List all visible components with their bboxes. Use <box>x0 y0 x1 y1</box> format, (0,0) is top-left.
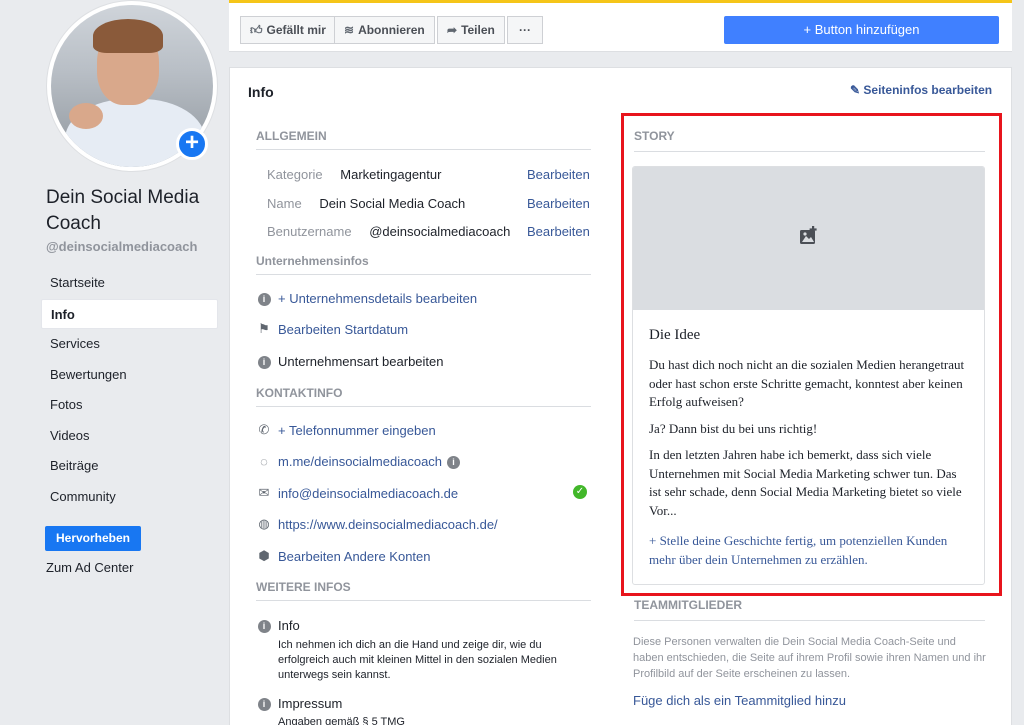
story-title: Die Idee <box>649 327 701 343</box>
business-details-row[interactable]: i + Unternehmensdetails bearbeiten <box>256 290 477 306</box>
pencil-icon: ✎ <box>850 83 864 97</box>
edit-username-link[interactable]: Bearbeiten <box>527 224 590 239</box>
info-icon: i <box>447 453 461 469</box>
impressum-text: Angaben gemäß § 5 TMG <box>278 716 405 725</box>
category-label: Kategorie <box>267 167 323 182</box>
about-row: i Info <box>256 617 300 633</box>
add-image-icon <box>800 226 817 244</box>
username-label: Benutzername <box>267 224 352 239</box>
business-type-row[interactable]: i Unternehmensart bearbeiten <box>256 353 444 369</box>
share-button[interactable]: ➦ Teilen <box>437 16 505 44</box>
sidebar-item-bewertungen[interactable]: Bewertungen <box>41 360 218 391</box>
sidebar-nav: Startseite Info Services Bewertungen Fot… <box>41 268 218 512</box>
edit-name-link[interactable]: Bearbeiten <box>527 196 590 211</box>
phone-row[interactable]: ✆ + Telefonnummer eingeben <box>256 422 436 438</box>
info-icon: i <box>256 353 272 369</box>
impressum-row: i Impressum <box>256 695 342 711</box>
name-value: Dein Social Media Coach <box>319 196 466 211</box>
sidebar-item-info[interactable]: Info <box>41 298 218 329</box>
thumbs-up-icon: 👍︎ <box>250 23 263 37</box>
finish-story-link[interactable]: + Stelle deine Geschichte fertig, um pot… <box>649 532 969 569</box>
promote-button[interactable]: Hervorheben <box>45 526 141 551</box>
team-description: Diese Personen verwalten die Dein Social… <box>633 636 986 680</box>
phone-icon: ✆ <box>258 422 270 437</box>
username-value: @deinsocialmediacoach <box>369 224 511 239</box>
story-body: Die Idee Du hast dich noch nicht an die … <box>649 327 969 577</box>
story-paragraph: In den letzten Jahren habe ich bemerkt, … <box>649 447 962 518</box>
business-heading: Unternehmensinfos <box>256 254 591 275</box>
story-cover-image[interactable] <box>633 167 984 310</box>
more-options-button[interactable]: ··· <box>507 16 543 44</box>
rss-icon: ≋ <box>344 23 355 37</box>
follow-button[interactable]: ≋ Abonnieren <box>334 16 435 44</box>
cube-icon: ⬢ <box>258 548 270 563</box>
more-info-heading: WEITERE INFOS <box>256 580 591 601</box>
share-icon: ➦ <box>447 23 458 37</box>
edit-page-info-link[interactable]: ✎ Seiteninfos bearbeiten <box>850 83 992 97</box>
info-icon: i <box>256 695 272 711</box>
page-handle: @deinsocialmediacoach <box>46 239 198 254</box>
verified-check-icon: ✓ <box>573 485 587 499</box>
info-icon: i <box>256 290 272 306</box>
messenger-icon: ◌ <box>260 453 268 469</box>
story-card[interactable]: Die Idee Du hast dich noch nicht an die … <box>632 166 985 585</box>
info-icon: i <box>256 617 272 633</box>
sidebar-item-beitraege[interactable]: Beiträge <box>41 451 218 482</box>
sidebar-item-services[interactable]: Services <box>41 329 218 360</box>
email-row[interactable]: ✉ info@deinsocialmediacoach.de ✓ <box>256 485 591 501</box>
flag-icon: ⚑ <box>258 321 270 336</box>
sidebar-item-startseite[interactable]: Startseite <box>41 268 218 299</box>
story-paragraph: Ja? Dann bist du bei uns richtig! <box>649 420 818 436</box>
team-heading: TEAMMITGLIEDER <box>634 598 985 621</box>
story-heading: STORY <box>634 129 985 152</box>
plus-icon[interactable]: + <box>176 128 208 160</box>
add-button[interactable]: + Button hinzufügen <box>724 16 999 44</box>
ad-center-link[interactable]: Zum Ad Center <box>46 560 133 575</box>
about-text: Ich nehmen ich dich an die Hand und zeig… <box>278 639 557 681</box>
story-paragraph: Du hast dich noch nicht an die sozialen … <box>649 357 965 409</box>
other-accounts-row[interactable]: ⬢ Bearbeiten Andere Konten <box>256 548 430 564</box>
sidebar-item-fotos[interactable]: Fotos <box>41 390 218 421</box>
contact-heading: KONTAKTINFO <box>256 386 591 407</box>
join-team-link[interactable]: Füge dich als ein Teammitglied hinzu <box>633 693 846 708</box>
edit-category-link[interactable]: Bearbeiten <box>527 167 590 182</box>
section-title: Info <box>248 84 274 100</box>
category-row: Kategorie Marketingagentur <box>267 167 441 182</box>
page-title: Dein Social Media Coach <box>46 187 200 234</box>
page-action-bar: 👍︎ Gefällt mir ≋ Abonnieren ➦ Teilen ··· + … <box>229 0 1012 52</box>
username-row: Benutzername @deinsocialmediacoach <box>267 224 510 239</box>
globe-icon: ◍ <box>258 516 270 531</box>
name-row: Name Dein Social Media Coach <box>267 196 465 211</box>
like-button[interactable]: 👍︎ Gefällt mir <box>240 16 336 44</box>
website-row[interactable]: ◍ https://www.deinsocialmediacoach.de/ <box>256 516 497 532</box>
mail-icon: ✉ <box>258 485 270 500</box>
category-value: Marketingagentur <box>340 167 442 182</box>
start-date-row[interactable]: ⚑ Bearbeiten Startdatum <box>256 321 408 337</box>
sidebar-item-community[interactable]: Community <box>41 482 218 513</box>
general-heading: ALLGEMEIN <box>256 129 591 150</box>
name-label: Name <box>267 196 302 211</box>
messenger-row[interactable]: ◌ m.me/deinsocialmediacoach i <box>256 453 461 469</box>
sidebar-item-videos[interactable]: Videos <box>41 421 218 452</box>
